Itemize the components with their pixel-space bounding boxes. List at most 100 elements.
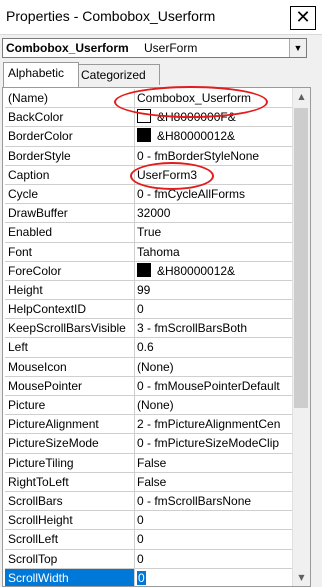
property-row[interactable]: Height 99 [5, 280, 292, 301]
color-swatch-icon [137, 262, 151, 277]
vertical-scrollbar[interactable]: ▲ ▼ [292, 88, 310, 586]
property-value[interactable]: UserForm3 [135, 166, 292, 184]
property-value[interactable]: (None) [135, 396, 292, 414]
property-name: ScrollTop [5, 549, 135, 568]
property-name: ScrollLeft [5, 530, 135, 549]
property-value[interactable]: (None) [135, 358, 292, 376]
property-row[interactable]: Left 0.6 [5, 338, 292, 358]
property-value-text: (None) [137, 398, 174, 412]
property-row[interactable]: Picture (None) [5, 396, 292, 416]
property-row[interactable]: Cycle 0 - fmCycleAllForms [5, 184, 292, 205]
property-name: ForeColor [5, 261, 135, 280]
property-value[interactable]: 2 - fmPictureAlignmentCen [135, 415, 292, 433]
property-name: Cycle [5, 184, 135, 204]
property-row[interactable]: KeepScrollBarsVisible 3 - fmScrollBarsBot… [5, 319, 292, 339]
property-row[interactable]: Caption UserForm3 [5, 165, 292, 185]
property-row[interactable]: HelpContextID 0 [5, 300, 292, 320]
property-value-text: 3 - fmScrollBarsBoth [137, 321, 248, 336]
property-name: HelpContextID [5, 300, 135, 319]
chevron-down-icon[interactable]: ▼ [289, 39, 306, 57]
property-name: Font [5, 242, 135, 261]
property-value-text: 0 [137, 513, 144, 528]
property-value-text: 0 [137, 302, 144, 317]
property-value[interactable]: 99 [135, 281, 292, 299]
object-selector-dropdown[interactable]: Combobox_Userform UserForm ▼ [2, 38, 307, 58]
color-swatch-icon [137, 109, 151, 124]
property-value-text: 0 - fmMousePointerDefault [137, 378, 280, 393]
property-value[interactable]: 0 [135, 300, 292, 318]
property-value-text: (None) [137, 359, 174, 374]
scroll-up-icon[interactable]: ▲ [293, 88, 310, 105]
close-icon: ✕ [295, 7, 311, 28]
property-row[interactable]: ScrollLeft 0 [5, 530, 292, 550]
property-value-text: 32000 [137, 206, 171, 221]
property-row[interactable]: PictureTiling False [5, 453, 292, 473]
property-name: Picture [5, 396, 135, 415]
property-value[interactable]: 0 [135, 569, 292, 586]
property-value-text: 0 - fmCycleAllForms [137, 186, 246, 201]
property-value-text: 0 [137, 551, 144, 566]
property-row[interactable]: ScrollWidth 0 [5, 568, 292, 586]
property-value[interactable]: 0 [135, 530, 292, 548]
property-value[interactable]: &H8000000F& [135, 108, 292, 126]
property-value[interactable]: 0 - fmMousePointerDefault [135, 377, 292, 395]
tab-categorized[interactable]: Categorized [76, 64, 160, 85]
property-value-text: True [137, 225, 162, 240]
property-row[interactable]: MousePointer 0 - fmMousePointerDefault [5, 376, 292, 396]
property-row[interactable]: BackColor &H8000000F& [5, 108, 292, 128]
close-button[interactable]: ✕ [290, 6, 316, 30]
scrollbar-thumb[interactable] [294, 108, 308, 408]
property-name: BorderColor [5, 127, 135, 146]
property-value-text: False [137, 455, 167, 470]
property-value[interactable]: Tahoma [135, 243, 292, 261]
scroll-down-icon[interactable]: ▼ [293, 569, 310, 586]
property-value-text: False [137, 474, 167, 489]
property-row[interactable]: PictureSizeMode 0 - fmPictureSizeModeClip [5, 434, 292, 454]
property-value[interactable]: 0 - fmCycleAllForms [135, 185, 292, 203]
property-row[interactable]: ScrollTop 0 [5, 549, 292, 569]
property-value[interactable]: &H80000012& [135, 262, 292, 280]
property-value[interactable]: Combobox_Userform [135, 89, 292, 107]
property-value-text: Tahoma [137, 244, 180, 259]
property-value-text: 0 - fmBorderStyleNone [137, 148, 260, 163]
property-row[interactable]: ScrollBars 0 - fmScrollBarsNone [5, 491, 292, 512]
property-name: PictureSizeMode [5, 434, 135, 453]
property-value-text: 2 - fmPictureAlignmentCen [137, 417, 281, 432]
property-row[interactable]: DrawBuffer 32000 [5, 204, 292, 224]
property-grid: (Name) Combobox_Userform BackColor &H800000… [2, 87, 311, 587]
property-value[interactable]: False [135, 454, 292, 472]
property-row[interactable]: Font Tahoma [5, 242, 292, 262]
property-name: ScrollBars [5, 491, 135, 511]
property-value[interactable]: &H80000012& [135, 127, 292, 145]
property-value-text: 0 - fmPictureSizeModeClip [137, 436, 280, 451]
property-name: MousePointer [5, 376, 135, 395]
property-value-text: Combobox_Userform [137, 91, 252, 105]
property-value[interactable]: 0 - fmBorderStyleNone [135, 147, 292, 165]
property-row[interactable]: Enabled True [5, 223, 292, 243]
property-row[interactable]: (Name) Combobox_Userform [5, 89, 292, 109]
property-value-text: UserForm3 [137, 167, 198, 182]
property-row[interactable]: PictureAlignment 2 - fmPictureAlignmentCe… [5, 415, 292, 435]
property-value[interactable]: 0 - fmPictureSizeModeClip [135, 434, 292, 452]
property-row[interactable]: MouseIcon (None) [5, 357, 292, 377]
property-name: Enabled [5, 223, 135, 242]
property-value[interactable]: 0.6 [135, 338, 292, 356]
property-name: (Name) [5, 89, 135, 108]
object-name: Combobox_Userform [6, 41, 129, 55]
tab-alphabetic[interactable]: Alphabetic [3, 62, 79, 87]
property-value[interactable]: 0 [135, 511, 292, 529]
property-value[interactable]: False [135, 473, 292, 491]
property-row[interactable]: ScrollHeight 0 [5, 511, 292, 531]
property-row[interactable]: BorderStyle 0 - fmBorderStyleNone [5, 146, 292, 166]
property-row[interactable]: RightToLeft False [5, 472, 292, 492]
property-value[interactable]: 3 - fmScrollBarsBoth [135, 319, 292, 337]
property-name: ScrollHeight [5, 511, 135, 530]
property-row[interactable]: BorderColor &H80000012& [5, 127, 292, 147]
property-value[interactable]: 0 - fmScrollBarsNone [135, 492, 292, 510]
property-row[interactable]: ForeColor &H80000012& [5, 261, 292, 281]
object-type: UserForm [144, 41, 198, 55]
property-value[interactable]: True [135, 223, 292, 241]
property-value[interactable]: 32000 [135, 204, 292, 222]
property-name: BackColor [5, 108, 135, 127]
property-value[interactable]: 0 [135, 550, 292, 568]
